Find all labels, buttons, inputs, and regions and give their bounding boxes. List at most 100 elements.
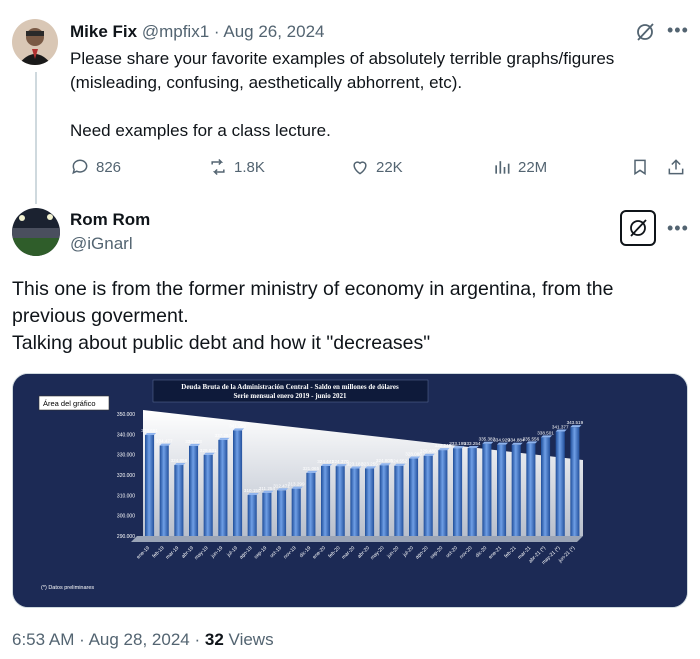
tweet-text: Please share your favorite examples of a… [70, 47, 670, 143]
views-icon [495, 161, 510, 174]
tweet-media-chart[interactable]: Deuda Bruta de la Administración Central… [12, 373, 688, 608]
bar [526, 443, 536, 536]
tweet-time[interactable]: 6:53 AM [12, 630, 74, 649]
views-number: 32 [204, 630, 224, 649]
data-label: 341.377 [552, 425, 569, 430]
data-label: 313.299 [288, 482, 305, 487]
data-label: 338.501 [537, 430, 554, 435]
y-tick-label: 320.000 [117, 473, 135, 479]
bar [159, 445, 169, 536]
tweet-date[interactable]: Aug 26, 2024 [223, 22, 324, 41]
bar [379, 465, 389, 536]
avatar[interactable] [12, 19, 58, 65]
tweet-footer: 6:53 AM · Aug 28, 2024 · 32 Views [12, 630, 274, 650]
bar [174, 465, 184, 536]
bookmark-icon [634, 159, 646, 176]
bar [555, 431, 565, 536]
tweet-actions: 826 1.8K 22K 22M [70, 157, 690, 181]
data-label: 324.552 [391, 459, 408, 464]
more-icon[interactable]: ••• [667, 20, 689, 41]
bar [365, 468, 375, 536]
tweet-paragraph: Please share your favorite examples of a… [70, 49, 615, 92]
data-label: 337.267 [215, 433, 232, 438]
bar [541, 437, 551, 536]
bar-chart: Deuda Bruta de la Administración Central… [13, 374, 687, 607]
bar [306, 472, 316, 536]
repost-icon [211, 158, 225, 176]
bar [511, 444, 521, 536]
bar [277, 490, 287, 536]
share-icon [668, 159, 684, 175]
like-icon [353, 161, 367, 175]
repost-count: 1.8K [234, 158, 265, 176]
more-icon[interactable]: ••• [667, 218, 689, 239]
bar [409, 458, 419, 536]
views-label: Views [228, 630, 274, 649]
bar [233, 430, 243, 536]
y-tick-label: 330.000 [117, 453, 135, 459]
display-name[interactable]: Rom Rom [70, 210, 150, 230]
chart-footnote: (*) Datos preliminares [41, 585, 94, 591]
bar [570, 427, 580, 536]
user-handle[interactable]: @iGnarl [70, 234, 133, 254]
bar [321, 465, 331, 536]
tweet-line: Talking about public debt and how it "de… [12, 332, 431, 354]
data-label: 329.931 [200, 448, 217, 453]
chart-title: Deuda Bruta de la Administración Central… [181, 383, 399, 391]
data-label: 334.323 [185, 439, 202, 444]
user-handle[interactable]: @mpfix1 [142, 22, 209, 41]
separator: · [213, 22, 220, 41]
data-label: 321.065 [303, 466, 320, 471]
chart-subtitle: Serie mensual enero 2019 - junio 2021 [233, 392, 347, 400]
separator: · [79, 630, 85, 649]
grok-icon[interactable] [634, 21, 656, 43]
bar [482, 443, 492, 536]
reply-count: 826 [96, 158, 122, 176]
data-label: 339.661 [141, 428, 158, 433]
share-button[interactable] [666, 157, 686, 177]
tweet-text: This one is from the former ministry of … [12, 276, 692, 357]
bar [497, 444, 507, 536]
separator: · [194, 630, 201, 649]
chart-area-tooltip: Área del gráfico [43, 399, 96, 408]
data-label: 343.519 [567, 420, 584, 425]
views-count: 22M [518, 158, 548, 176]
data-label: 335.556 [523, 436, 540, 441]
bar [467, 448, 477, 536]
tweet-line: This one is from the former ministry of … [12, 278, 614, 300]
views-button[interactable]: 22M [492, 157, 547, 177]
bar [335, 466, 345, 536]
repost-button[interactable]: 1.8K [208, 157, 265, 177]
like-count: 22K [376, 158, 403, 176]
bar [350, 468, 360, 536]
grok-button[interactable] [620, 210, 656, 246]
display-name[interactable]: Mike Fix [70, 22, 137, 41]
y-tick-label: 310.000 [117, 493, 135, 499]
bar [453, 448, 463, 536]
y-tick-label: 350.000 [117, 412, 135, 418]
data-label: 324.898 [171, 458, 188, 463]
bar [189, 445, 199, 536]
chart-floor [131, 536, 583, 542]
y-tick-label: 290.000 [117, 534, 135, 540]
bar [145, 435, 155, 536]
avatar[interactable] [12, 208, 60, 256]
data-label: 341.958 [229, 423, 246, 428]
tweet-line: previous goverment. [12, 305, 189, 327]
bar [262, 492, 272, 536]
bar [438, 450, 448, 536]
data-label: 333.254 [464, 441, 481, 446]
data-label: 334.477 [156, 439, 173, 444]
tweet-paragraph: Need examples for a class lecture. [70, 121, 331, 140]
tweet-header: Mike Fix @mpfix1 · Aug 26, 2024 [70, 22, 325, 42]
bar [394, 465, 404, 536]
tweet-date[interactable]: Aug 28, 2024 [89, 630, 190, 649]
like-button[interactable]: 22K [350, 157, 403, 177]
reply-button[interactable]: 826 [70, 157, 121, 177]
bar [423, 455, 433, 536]
bar [247, 495, 257, 536]
bar [291, 488, 301, 536]
y-tick-label: 340.000 [117, 432, 135, 438]
y-tick-label: 300.000 [117, 514, 135, 520]
bookmark-button[interactable] [630, 157, 650, 177]
